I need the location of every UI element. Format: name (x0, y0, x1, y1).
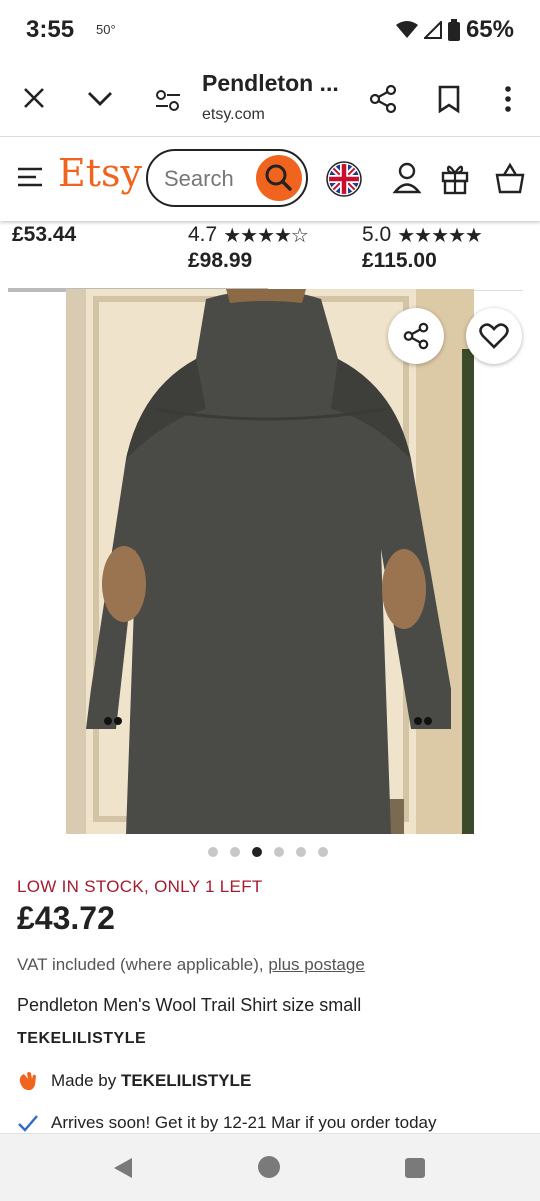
bookmark-icon[interactable] (436, 84, 462, 114)
arrival-row: Arrives soon! Get it by 12-21 Mar if you… (17, 1113, 437, 1133)
rating-stars: ★★★★★ (397, 224, 483, 247)
carousel-dot[interactable] (318, 847, 328, 857)
recommendation-item[interactable]: 4.7 ★★★★☆ £98.99 (188, 222, 309, 274)
signal-icon (423, 21, 442, 39)
status-bar: 3:55 50° 65% (0, 0, 540, 64)
recommendation-rating: 4.7 (188, 223, 218, 246)
stock-notice: LOW IN STOCK, ONLY 1 LEFT (17, 877, 263, 896)
recommendation-price: £98.99 (188, 249, 253, 272)
carousel-dot[interactable] (274, 847, 284, 857)
vat-text: VAT included (where applicable), (17, 955, 264, 974)
recommendation-price: £53.44 (12, 223, 77, 246)
hand-wave-icon (19, 1072, 36, 1091)
battery-percent: 65% (465, 16, 514, 43)
carousel-dot[interactable] (230, 847, 240, 857)
cart-icon[interactable] (494, 161, 526, 195)
heart-icon (479, 323, 509, 349)
carousel-dot-active[interactable] (252, 847, 262, 857)
recommendation-price: £115.00 (362, 249, 437, 272)
favorite-button[interactable] (466, 308, 522, 364)
menu-icon[interactable] (16, 165, 44, 189)
rating-stars: ★★★★☆ (223, 224, 309, 247)
site-settings-icon[interactable] (154, 86, 182, 114)
arrival-text: Arrives soon! Get it by 12-21 Mar if you… (51, 1113, 437, 1132)
share-button[interactable] (388, 308, 444, 364)
status-temperature: 50° (96, 22, 116, 37)
back-icon[interactable] (112, 1156, 134, 1180)
uk-flag-icon[interactable] (326, 161, 362, 197)
etsy-logo[interactable]: Etsy (58, 151, 142, 195)
search-placeholder: Search (164, 166, 234, 191)
account-icon[interactable] (392, 161, 422, 195)
home-icon[interactable] (258, 1156, 280, 1178)
carousel-dot[interactable] (296, 847, 306, 857)
recommendation-rating: 5.0 (362, 223, 392, 246)
product-price: £43.72 (17, 900, 115, 936)
carousel-dots (208, 847, 328, 857)
made-by-prefix: Made by (51, 1071, 117, 1090)
tab-title: Pendleton ... (202, 70, 339, 96)
more-options-icon[interactable] (496, 84, 520, 114)
etsy-header: Etsy Search (0, 137, 540, 221)
status-time: 3:55 (26, 16, 75, 43)
shop-name-link[interactable]: TEKELILISTYLE (17, 1030, 146, 1048)
close-icon[interactable] (22, 86, 46, 110)
carousel-dot[interactable] (208, 847, 218, 857)
check-icon (18, 1115, 38, 1132)
search-button[interactable] (256, 155, 302, 201)
battery-icon (447, 19, 460, 41)
recommendation-item[interactable]: £53.44 (12, 222, 76, 248)
search-icon (265, 164, 292, 191)
status-indicators: 65% (395, 16, 514, 44)
share-icon (403, 322, 429, 350)
search-field[interactable]: Search (146, 149, 308, 207)
tab-url: etsy.com (202, 106, 265, 123)
product-image[interactable] (66, 289, 474, 834)
custom-tab-bar: Pendleton ... etsy.com (0, 64, 540, 137)
gift-icon[interactable] (440, 161, 470, 195)
recommendation-item[interactable]: 5.0 ★★★★★ £115.00 (362, 222, 483, 274)
system-nav-bar (0, 1133, 540, 1201)
postage-link[interactable]: plus postage (268, 955, 364, 974)
recent-apps-icon[interactable] (405, 1158, 425, 1178)
vat-notice: VAT included (where applicable), plus po… (17, 955, 365, 975)
share-icon[interactable] (368, 84, 398, 114)
made-by-shop[interactable]: TEKELILISTYLE (121, 1071, 251, 1090)
made-by-row: Made by TEKELILISTYLE (17, 1070, 251, 1092)
product-title: Pendleton Men's Wool Trail Shirt size sm… (17, 995, 362, 1015)
chevron-down-icon[interactable] (86, 86, 114, 110)
shirt-photo (66, 289, 474, 834)
wifi-icon (395, 21, 418, 38)
